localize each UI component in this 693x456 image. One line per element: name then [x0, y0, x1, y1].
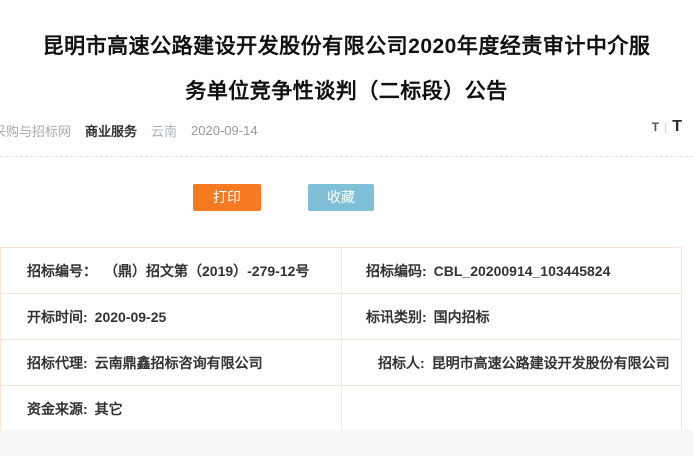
- breadcrumb-category-link[interactable]: 商业服务: [85, 121, 137, 140]
- font-size-decrease-button[interactable]: T: [652, 120, 659, 134]
- bid-agent-label: 招标代理:: [27, 353, 88, 373]
- page-title-line1: 昆明市高速公路建设开发股份有限公司2020年度经责审计中介服: [0, 24, 693, 69]
- font-size-increase-button[interactable]: T: [672, 118, 682, 136]
- page-title-line2: 务单位竞争性谈判（二标段）公告: [0, 69, 693, 114]
- bid-owner-cell: 招标人: 昆明市高速公路建设开发股份有限公司: [341, 340, 681, 386]
- bid-owner-label: 招标人:: [378, 353, 425, 373]
- bid-agent-value: 云南鼎鑫招标咨询有限公司: [95, 353, 263, 373]
- bid-agent-cell: 招标代理: 云南鼎鑫招标咨询有限公司: [1, 340, 341, 386]
- open-date-cell: 开标时间: 2020-09-25: [1, 294, 341, 340]
- bid-owner-value: 昆明市高速公路建设开发股份有限公司: [432, 353, 670, 373]
- favorite-announcement-button[interactable]: 收藏公告: [308, 184, 374, 211]
- bid-code-label: 招标编码:: [366, 261, 427, 281]
- bid-number-value: （鼎）招文第（2019）-279-12号: [104, 261, 309, 281]
- bid-code-cell: 招标编码: CBL_20200914_103445824: [341, 248, 681, 294]
- publish-date: 2020-09-14: [191, 123, 258, 138]
- fund-source-label: 资金来源:: [27, 399, 88, 419]
- announcement-page: 昆明市高速公路建设开发股份有限公司2020年度经责审计中介服 务单位竞争性谈判（…: [0, 0, 693, 456]
- page-title: 昆明市高速公路建设开发股份有限公司2020年度经责审计中介服 务单位竞争性谈判（…: [0, 24, 693, 114]
- print-announcement-button[interactable]: 打印公告: [193, 184, 261, 211]
- page-footer-background: [0, 430, 693, 456]
- bid-number-cell: 招标编号： （鼎）招文第（2019）-279-12号: [1, 248, 341, 294]
- font-size-controls: T | T: [652, 118, 682, 136]
- bid-code-value: CBL_20200914_103445824: [434, 263, 611, 279]
- breadcrumb: 采购与招标网 商业服务 云南 2020-09-14: [0, 119, 693, 141]
- bid-number-label: 招标编号：: [27, 261, 97, 281]
- breadcrumb-site-link[interactable]: 采购与招标网: [0, 121, 71, 140]
- open-date-value: 2020-09-25: [95, 309, 167, 325]
- empty-cell: [341, 386, 681, 432]
- open-date-label: 开标时间:: [27, 307, 88, 327]
- fund-source-cell: 资金来源: 其它: [1, 386, 341, 432]
- font-size-separator: |: [664, 120, 667, 134]
- divider: [0, 156, 693, 157]
- bid-category-cell: 标讯类别: 国内招标: [341, 294, 681, 340]
- bid-category-label: 标讯类别:: [366, 307, 427, 327]
- fund-source-value: 其它: [95, 399, 123, 419]
- bid-category-value: 国内招标: [434, 307, 490, 327]
- bid-info-table: 招标编号： （鼎）招文第（2019）-279-12号 招标编码: CBL_202…: [0, 247, 682, 432]
- breadcrumb-region-link[interactable]: 云南: [151, 121, 177, 140]
